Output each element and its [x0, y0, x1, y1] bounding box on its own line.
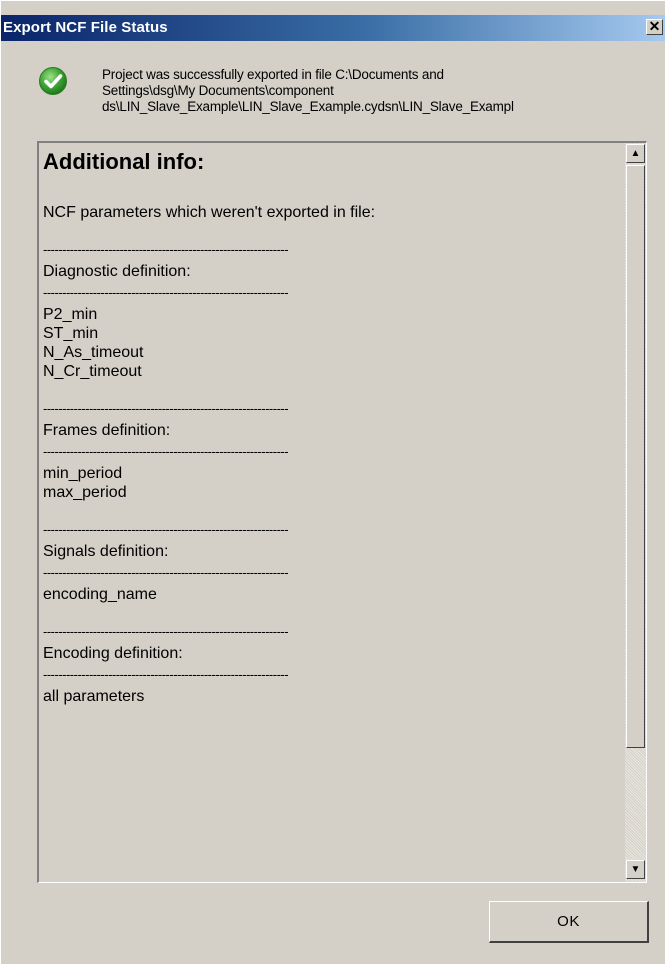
section-title-frames: Frames definition: [43, 422, 171, 439]
close-button[interactable]: ✕ [646, 19, 663, 35]
section-title-diagnostic: Diagnostic definition: [43, 263, 191, 280]
section-title-signals: Signals definition: [43, 543, 169, 560]
scroll-down-button[interactable]: ▼ [626, 860, 645, 879]
additional-info-content: Additional info: NCF parameters which we… [43, 147, 618, 706]
vertical-scrollbar[interactable]: ▲ ▼ [625, 143, 646, 882]
additional-info-textbox[interactable]: Additional info: NCF parameters which we… [37, 141, 647, 883]
param-item: encoding_name [43, 586, 157, 603]
separator: ----------------------------------------… [43, 522, 289, 537]
title-bar: Export NCF File Status ✕ [1, 15, 665, 41]
param-item: N_Cr_timeout [43, 363, 142, 380]
param-item: ST_min [43, 325, 99, 342]
separator: ----------------------------------------… [43, 401, 289, 416]
separator: ----------------------------------------… [43, 624, 289, 639]
scroll-up-button[interactable]: ▲ [626, 144, 645, 163]
separator: ----------------------------------------… [43, 444, 289, 459]
separator: ----------------------------------------… [43, 242, 289, 257]
info-intro: NCF parameters which weren't exported in… [43, 204, 376, 221]
window-title: Export NCF File Status [3, 19, 168, 36]
param-item: all parameters [43, 688, 145, 705]
scroll-thumb[interactable] [626, 165, 645, 748]
section-title-encoding: Encoding definition: [43, 645, 183, 662]
info-heading: Additional info: [43, 149, 205, 174]
status-message: Project was successfully exported in fil… [102, 67, 514, 114]
export-status-dialog: Export NCF File Status ✕ Project was suc… [0, 0, 665, 964]
param-item: N_As_timeout [43, 344, 144, 361]
param-item: P2_min [43, 306, 98, 323]
separator: ----------------------------------------… [43, 565, 289, 580]
separator: ----------------------------------------… [43, 285, 289, 300]
param-item: max_period [43, 484, 127, 501]
success-check-icon [39, 67, 67, 95]
separator: ----------------------------------------… [43, 667, 289, 682]
param-item: min_period [43, 465, 123, 482]
ok-button[interactable]: OK [489, 901, 649, 943]
